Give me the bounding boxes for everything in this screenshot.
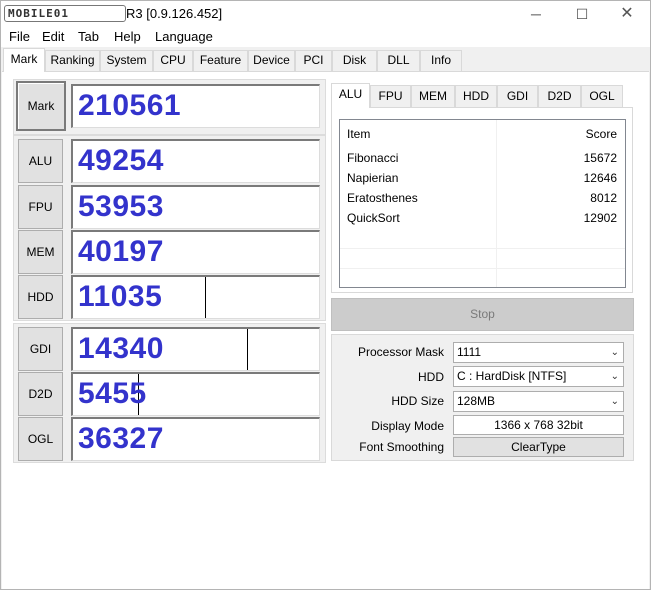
hdd-size-select[interactable]: 128MB ⌄ <box>453 391 624 412</box>
tab-cpu[interactable]: CPU <box>153 50 193 71</box>
tab-device[interactable]: Device <box>248 50 295 71</box>
table-row[interactable]: QuickSort 12902 <box>340 208 625 228</box>
minimize-button[interactable]: ─ <box>513 1 559 27</box>
settings-panel: Processor Mask 1111 ⌄ HDD C : HardDisk [… <box>331 334 634 461</box>
close-button[interactable]: ✕ <box>604 1 650 27</box>
mark-score-value: 210561 <box>78 89 182 122</box>
menu-language[interactable]: Language <box>151 28 217 46</box>
processor-mask-select[interactable]: 1111 ⌄ <box>453 342 624 363</box>
row-score: 12646 <box>583 171 617 185</box>
chevron-down-icon: ⌄ <box>610 347 619 358</box>
app-logo: MOBILE01 <box>4 5 126 22</box>
ogl-score-value: 36327 <box>78 422 164 455</box>
list-header-row: Item Score <box>340 122 625 146</box>
row-item: QuickSort <box>347 211 400 225</box>
subtab-d2d[interactable]: D2D <box>538 85 581 107</box>
table-row[interactable]: Fibonacci 15672 <box>340 148 625 168</box>
d2d-score-box: 5455 <box>71 372 320 416</box>
mark-button[interactable]: Mark <box>16 81 66 131</box>
hdd-score-value: 11035 <box>78 280 163 313</box>
gdi-button[interactable]: GDI <box>18 327 63 371</box>
tab-ranking[interactable]: Ranking <box>45 50 100 71</box>
font-smoothing-label: Font Smoothing <box>359 440 444 454</box>
hdd-size-value: 128MB <box>457 394 496 408</box>
hdd-size-label: HDD Size <box>391 394 444 408</box>
row-score: 8012 <box>590 191 617 205</box>
processor-mask-label: Processor Mask <box>357 345 444 359</box>
hdd-value: C : HardDisk [NTFS] <box>457 369 567 383</box>
tab-disk[interactable]: Disk <box>332 50 377 71</box>
title-bar[interactable]: MOBILE01 R3 [0.9.126.452] ─ ☐ ✕ <box>1 1 650 27</box>
display-mode-label: Display Mode <box>371 419 444 433</box>
alu-button[interactable]: ALU <box>18 139 63 183</box>
table-row[interactable]: Napierian 12646 <box>340 168 625 188</box>
ogl-button[interactable]: OGL <box>18 417 63 461</box>
grid-line <box>340 268 625 269</box>
row-score: 15672 <box>583 151 617 165</box>
chevron-down-icon: ⌄ <box>610 396 619 407</box>
menu-bar: File Edit Tab Help Language <box>1 27 650 47</box>
subtab-mem[interactable]: MEM <box>411 85 455 107</box>
subtab-hdd[interactable]: HDD <box>455 85 497 107</box>
maximize-button[interactable]: ☐ <box>559 1 605 27</box>
menu-file[interactable]: File <box>5 28 34 46</box>
tab-dll[interactable]: DLL <box>377 50 420 71</box>
tab-info[interactable]: Info <box>420 50 462 71</box>
display-mode-value: 1366 x 768 32bit <box>453 415 624 435</box>
gdi-score-value: 14340 <box>78 332 164 365</box>
gdi-score-box: 14340 <box>71 327 320 371</box>
alu-score-value: 49254 <box>78 144 164 177</box>
fpu-score-box: 53953 <box>71 185 320 229</box>
app-window: MOBILE01 R3 [0.9.126.452] ─ ☐ ✕ File Edi… <box>0 0 651 590</box>
main-tab-strip: Mark Ranking System CPU Feature Device P… <box>1 48 650 72</box>
grid-line <box>340 248 625 249</box>
alu-results-list[interactable]: Item Score Fibonacci 15672 Napierian 126… <box>339 119 626 288</box>
stop-button[interactable]: Stop <box>331 298 634 331</box>
chevron-down-icon: ⌄ <box>610 371 619 382</box>
hdd-label: HDD <box>418 370 444 384</box>
header-item[interactable]: Item <box>347 122 370 146</box>
subtab-ogl[interactable]: OGL <box>581 85 623 107</box>
menu-tab[interactable]: Tab <box>74 28 103 46</box>
row-score: 12902 <box>583 211 617 225</box>
tab-mark[interactable]: Mark <box>3 48 45 72</box>
menu-edit[interactable]: Edit <box>38 28 68 46</box>
mark-score-box: 210561 <box>71 84 320 128</box>
hdd-button[interactable]: HDD <box>18 275 63 319</box>
tab-feature[interactable]: Feature <box>193 50 248 71</box>
ogl-score-box: 36327 <box>71 417 320 461</box>
alu-subpanel: Item Score Fibonacci 15672 Napierian 126… <box>331 107 633 293</box>
subtab-fpu[interactable]: FPU <box>370 85 411 107</box>
hdd-score-box: 11035 <box>71 275 320 319</box>
row-item: Fibonacci <box>347 151 399 165</box>
mem-button[interactable]: MEM <box>18 230 63 274</box>
menu-help[interactable]: Help <box>110 28 145 46</box>
d2d-score-value: 5455 <box>78 377 147 410</box>
tab-pci[interactable]: PCI <box>295 50 332 71</box>
fpu-score-value: 53953 <box>78 190 164 223</box>
fpu-button[interactable]: FPU <box>18 185 63 229</box>
font-smoothing-value[interactable]: ClearType <box>453 437 624 457</box>
table-row[interactable]: Eratosthenes 8012 <box>340 188 625 208</box>
window-title: R3 [0.9.126.452] <box>126 6 223 21</box>
subtab-alu[interactable]: ALU <box>331 83 370 108</box>
hdd-select[interactable]: C : HardDisk [NTFS] ⌄ <box>453 366 624 387</box>
tab-system[interactable]: System <box>100 50 153 71</box>
mem-score-box: 40197 <box>71 230 320 274</box>
row-item: Eratosthenes <box>347 191 418 205</box>
row-item: Napierian <box>347 171 399 185</box>
alu-score-box: 49254 <box>71 139 320 183</box>
subtab-gdi[interactable]: GDI <box>497 85 538 107</box>
d2d-button[interactable]: D2D <box>18 372 63 416</box>
header-score[interactable]: Score <box>586 122 617 146</box>
mem-score-value: 40197 <box>78 235 164 268</box>
processor-mask-value: 1111 <box>457 345 482 359</box>
